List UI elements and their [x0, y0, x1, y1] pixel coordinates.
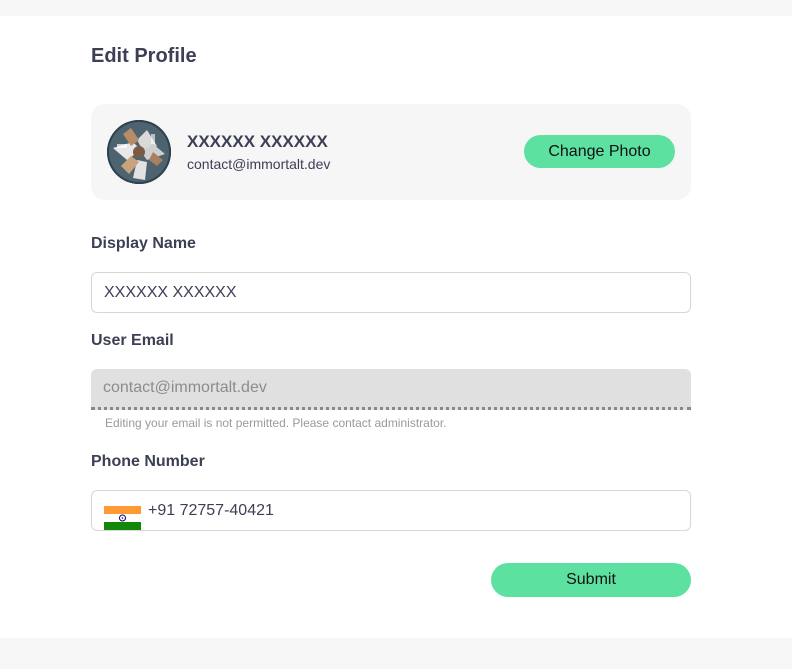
email-helper-text: Editing your email is not permitted. Ple… — [105, 416, 447, 430]
profile-email: contact@immortalt.dev — [187, 156, 331, 172]
page-title: Edit Profile — [91, 45, 197, 67]
phone-number-input[interactable] — [148, 491, 678, 530]
avatar — [107, 120, 171, 184]
phone-number-label: Phone Number — [91, 453, 205, 470]
display-name-input[interactable] — [91, 272, 691, 313]
avatar-photo-icon — [107, 120, 171, 184]
user-email-label: User Email — [91, 332, 174, 349]
user-email-input — [91, 369, 691, 410]
submit-button[interactable]: Submit — [491, 563, 691, 597]
profile-name: XXXXXX XXXXXX — [187, 132, 328, 151]
profile-summary: XXXXXX XXXXXX contact@immortalt.dev Chan… — [91, 104, 691, 200]
india-flag-icon[interactable] — [104, 506, 141, 530]
phone-field — [91, 490, 691, 531]
change-photo-button[interactable]: Change Photo — [524, 135, 675, 168]
display-name-label: Display Name — [91, 235, 196, 252]
